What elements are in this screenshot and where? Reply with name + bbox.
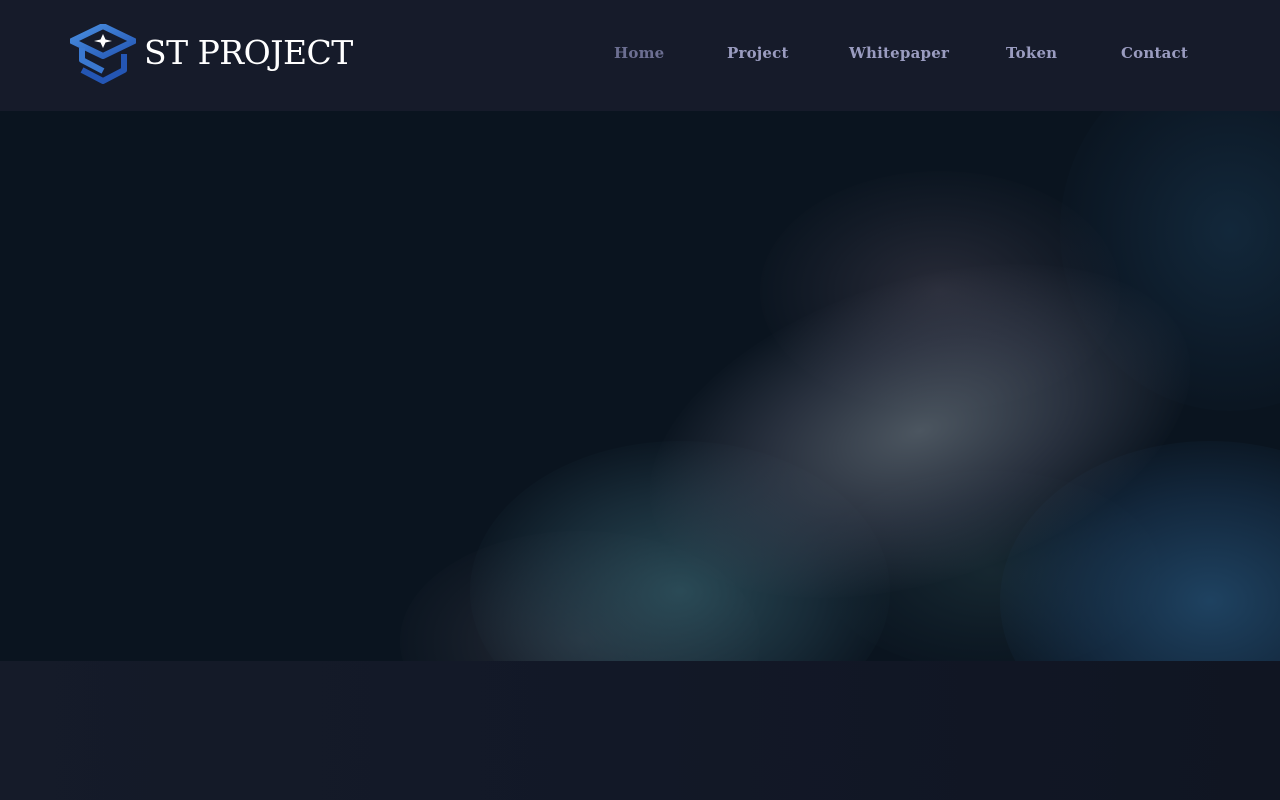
nav-item-project[interactable]: Project bbox=[727, 44, 789, 62]
landing-page: ST PROJECT Home Project Whitepaper Token… bbox=[0, 0, 1280, 800]
nav-item-home[interactable]: Home bbox=[614, 44, 664, 62]
brand-logo-link[interactable]: ST PROJECT bbox=[70, 24, 353, 84]
content-section bbox=[0, 661, 1280, 800]
brand-name: ST PROJECT bbox=[144, 32, 353, 72]
hero-banner bbox=[0, 111, 1280, 661]
graduation-cap-s-logo-icon bbox=[70, 24, 136, 84]
nav-item-contact[interactable]: Contact bbox=[1121, 44, 1188, 62]
site-header: ST PROJECT Home Project Whitepaper Token… bbox=[0, 0, 1280, 111]
nav-item-token[interactable]: Token bbox=[1006, 44, 1057, 62]
nav-item-whitepaper[interactable]: Whitepaper bbox=[849, 44, 949, 62]
